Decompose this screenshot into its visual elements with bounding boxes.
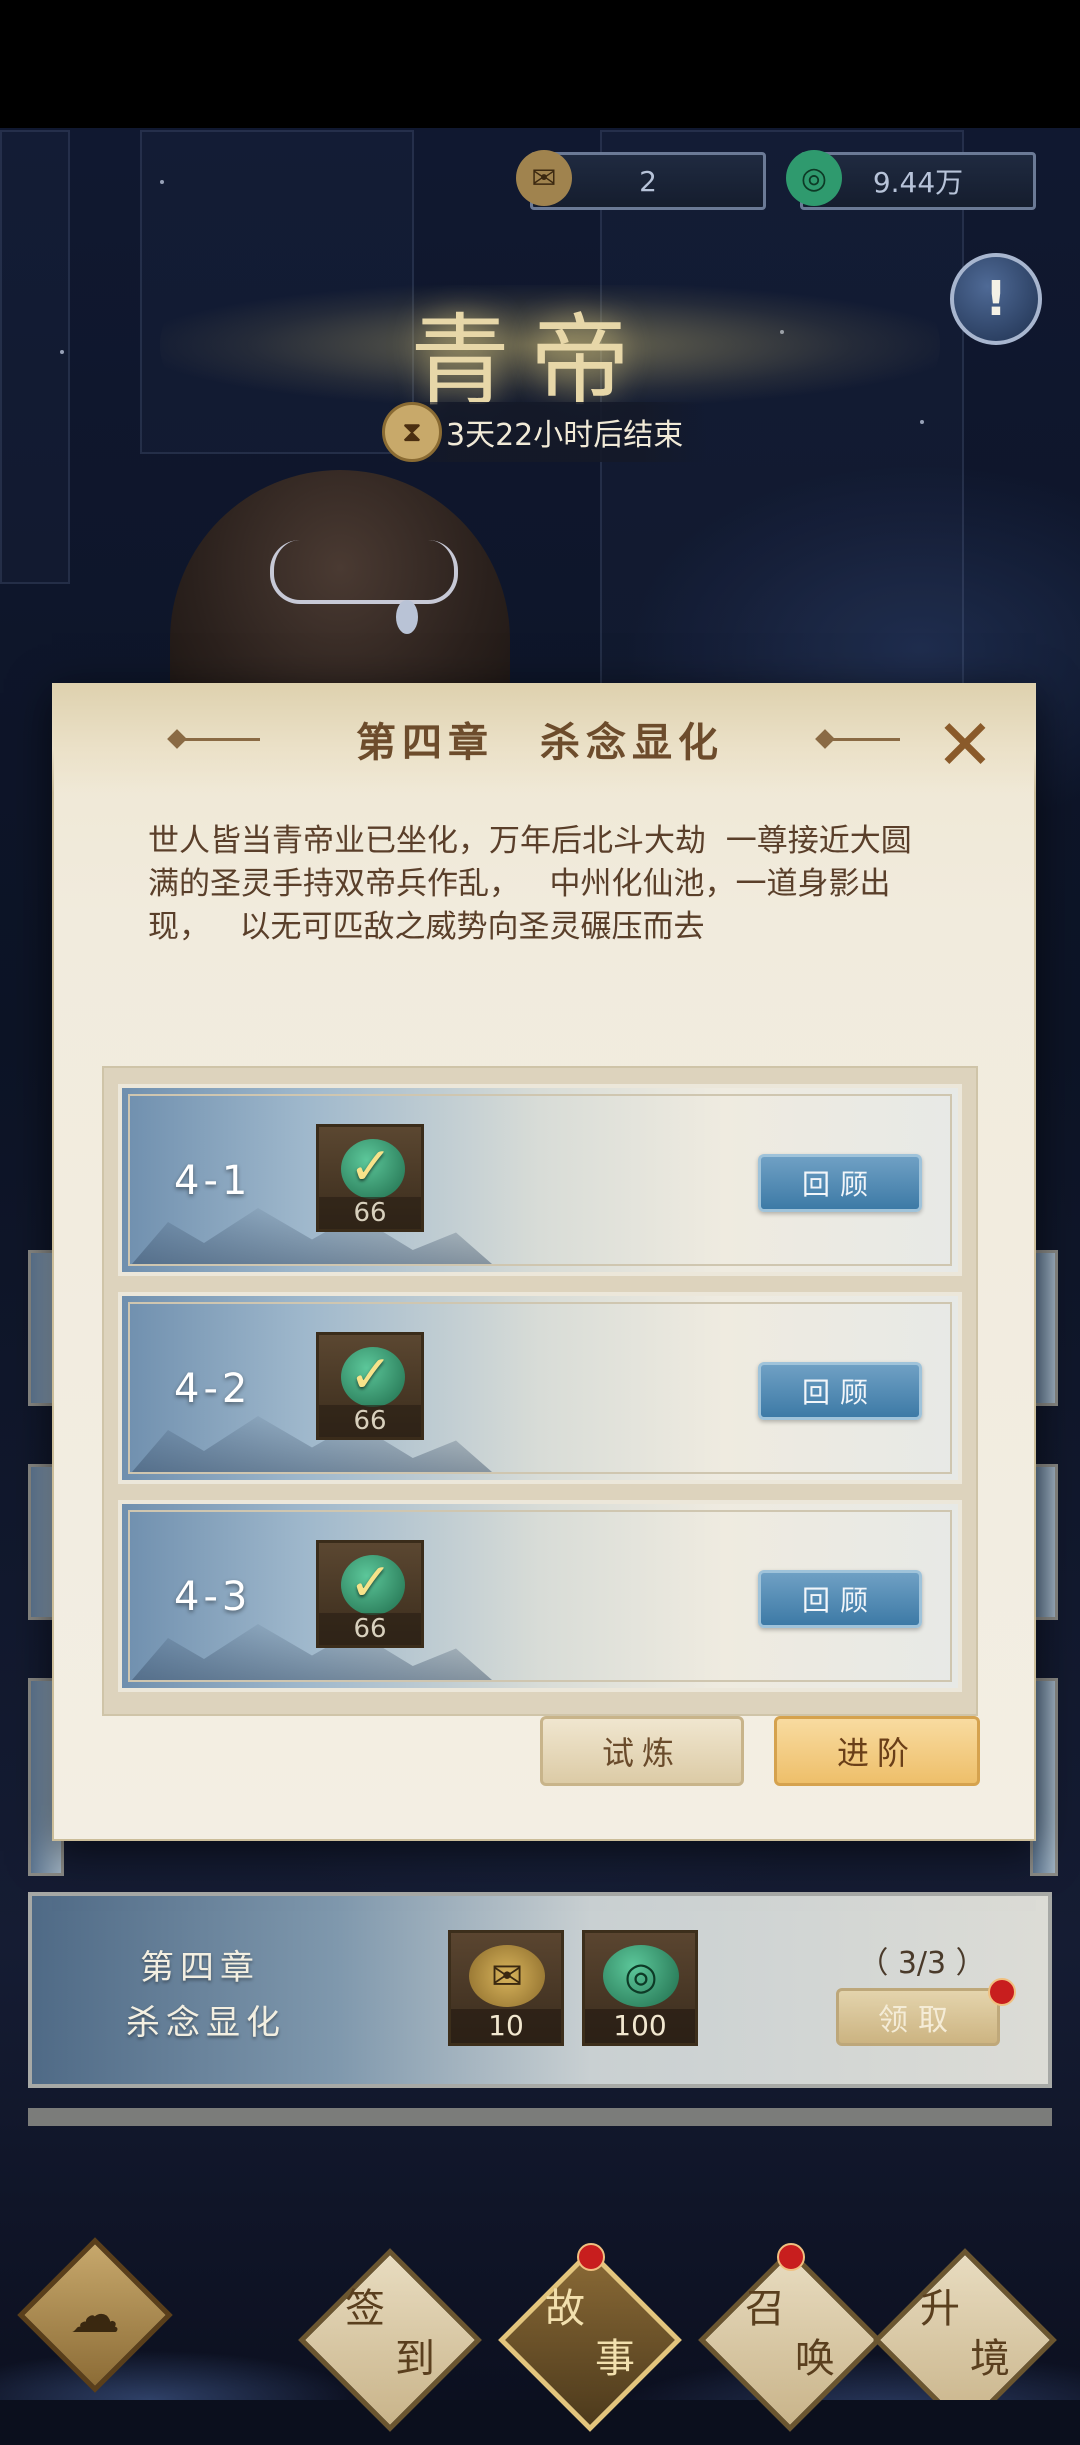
chapter-progress: （ 3/3 ） bbox=[858, 1946, 986, 1981]
nav-label: 升 bbox=[920, 2286, 960, 2332]
notification-dot bbox=[988, 1978, 1016, 2006]
claim-button[interactable]: 领取 bbox=[836, 1988, 1000, 2046]
stage-row: 4-1 ✓ 66 回顾 bbox=[118, 1084, 962, 1276]
reward-count: 100 bbox=[585, 2009, 695, 2043]
stage-reward[interactable]: ✓ 66 bbox=[316, 1124, 424, 1232]
review-button[interactable]: 回顾 bbox=[758, 1362, 922, 1420]
info-button[interactable]: ! bbox=[950, 253, 1042, 345]
advance-button[interactable]: 进阶 bbox=[774, 1716, 980, 1786]
scroll-icon: ✉ bbox=[516, 150, 572, 206]
hair-gem bbox=[396, 600, 418, 634]
jade-amount: 9.44万 bbox=[872, 166, 964, 199]
scroll-count: 2 bbox=[639, 164, 657, 198]
star bbox=[60, 350, 64, 354]
stage-label: 4-2 bbox=[174, 1366, 252, 1412]
close-button[interactable]: ✕ bbox=[930, 710, 1000, 780]
nav-label: 境 bbox=[970, 2336, 1010, 2382]
hair-ornament bbox=[270, 540, 458, 604]
stage-reward[interactable]: ✓ 66 bbox=[316, 1332, 424, 1440]
chapter-number: 第四章 bbox=[140, 1948, 260, 1988]
review-button[interactable]: 回顾 bbox=[758, 1154, 922, 1212]
checkmark-icon: ✓ bbox=[349, 1345, 393, 1405]
jade-icon: ◎ bbox=[603, 1945, 679, 2007]
reward-count: 66 bbox=[319, 1197, 421, 1229]
status-bar bbox=[0, 0, 1080, 128]
stage-label: 4-1 bbox=[174, 1158, 252, 1204]
reward-count: 10 bbox=[451, 2009, 561, 2043]
notification-dot bbox=[777, 2243, 805, 2271]
trial-button[interactable]: 试炼 bbox=[540, 1716, 744, 1786]
stage-label: 4-3 bbox=[174, 1574, 252, 1620]
stage-reward[interactable]: ✓ 66 bbox=[316, 1540, 424, 1648]
scroll-icon: ✉ bbox=[469, 1945, 545, 2007]
nav-label: 到 bbox=[395, 2336, 435, 2382]
reward-item[interactable]: ◎ 100 bbox=[582, 1930, 698, 2046]
reward-count: 66 bbox=[319, 1613, 421, 1645]
dialog-title: 第四章 杀念显化 bbox=[356, 719, 724, 766]
nav-label: 唤 bbox=[795, 2336, 835, 2382]
reward-count: 66 bbox=[319, 1405, 421, 1437]
next-row-edge bbox=[28, 2108, 1052, 2126]
bg-panel-edge bbox=[0, 130, 70, 584]
nav-ascend[interactable]: 升 境 bbox=[860, 2235, 1070, 2400]
review-button[interactable]: 回顾 bbox=[758, 1570, 922, 1628]
star bbox=[160, 180, 164, 184]
nav-label: 事 bbox=[595, 2336, 635, 2382]
title-ornament-left bbox=[180, 738, 260, 741]
nav-label: 签 bbox=[345, 2286, 385, 2332]
star bbox=[920, 420, 924, 424]
nav-label: 故 bbox=[545, 2286, 585, 2332]
stage-row: 4-3 ✓ 66 回顾 bbox=[118, 1500, 962, 1692]
nav-sign-in[interactable]: 签 到 bbox=[285, 2235, 495, 2445]
reward-item[interactable]: ✉ 10 bbox=[448, 1930, 564, 2046]
checkmark-icon: ✓ bbox=[349, 1553, 393, 1613]
nav-story[interactable]: 故 事 bbox=[485, 2235, 695, 2445]
stage-row: 4-2 ✓ 66 回顾 bbox=[118, 1292, 962, 1484]
nav-label: 召 bbox=[745, 2286, 785, 2332]
chapter-description: 世人皆当青帝业已坐化，万年后北斗大劫 一尊接近大圆满的圣灵手持双帝兵作乱， 中州… bbox=[148, 823, 912, 945]
cloud-emblem-icon: ☁ bbox=[70, 2286, 120, 2344]
notification-dot bbox=[577, 2243, 605, 2271]
jade-icon: ◎ bbox=[786, 150, 842, 206]
chapter-name: 杀念显化 bbox=[126, 2003, 286, 2043]
hourglass-icon: ⧗ bbox=[382, 402, 442, 462]
checkmark-icon: ✓ bbox=[349, 1137, 393, 1197]
